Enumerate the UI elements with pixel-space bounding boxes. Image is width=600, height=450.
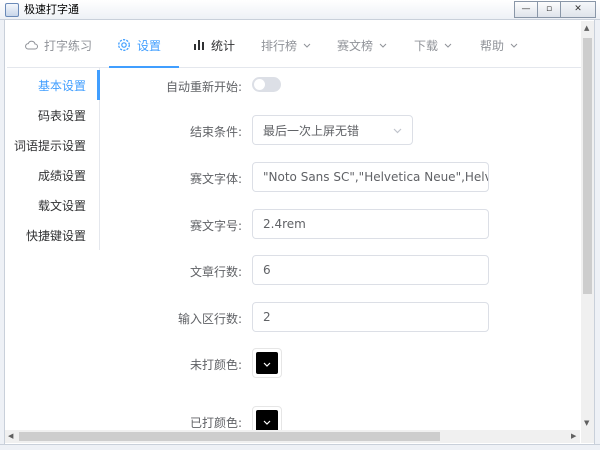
- close-button[interactable]: ✕: [560, 1, 596, 18]
- chevron-down-icon: [303, 43, 311, 48]
- window-controls: — ▫ ✕: [514, 1, 596, 18]
- maximize-button[interactable]: ▫: [537, 1, 561, 18]
- race-font-label: 赛文字体:: [189, 172, 242, 186]
- nav-item-label: 赛文榜: [337, 38, 374, 53]
- nav-item-label: 统计: [211, 38, 236, 53]
- nav-item-label: 下载: [414, 38, 439, 53]
- form-row-untyped-color: 未打颜色:: [100, 348, 580, 378]
- input-lines-input[interactable]: 2: [252, 302, 489, 332]
- nav-item-typing-practice[interactable]: 打字练习: [25, 22, 92, 68]
- vertical-scroll-thumb[interactable]: [583, 38, 592, 294]
- sidebar-item-score-settings[interactable]: 成绩设置: [7, 160, 100, 190]
- nav-item-help[interactable]: 帮助: [480, 22, 518, 68]
- cloud-icon: [25, 40, 38, 50]
- minimize-button[interactable]: —: [514, 1, 538, 18]
- nav-item-label: 排行榜: [261, 38, 298, 53]
- auto-restart-switch[interactable]: [252, 77, 281, 92]
- window-frame-left: [0, 20, 5, 450]
- chevron-down-icon: [510, 43, 518, 48]
- auto-restart-label: 自动重新开始:: [165, 80, 242, 94]
- sidebar-item-code-table-settings[interactable]: 码表设置: [7, 100, 100, 130]
- gear-icon: [117, 38, 131, 52]
- scroll-left-arrow-icon[interactable]: ◀: [8, 433, 13, 440]
- sidebar-item-article-load-settings[interactable]: 载文设置: [7, 190, 100, 220]
- typed-color-label: 已打颜色:: [189, 416, 242, 430]
- window-title: 极速打字通: [24, 3, 79, 16]
- form-row-input-lines: 输入区行数: 2: [100, 302, 580, 332]
- end-condition-value: 最后一次上屏无错: [263, 123, 360, 138]
- sidebar-item-word-hint-settings[interactable]: 词语提示设置: [7, 130, 100, 160]
- app-icon: [5, 3, 19, 17]
- sidebar-item-shortcut-settings[interactable]: 快捷键设置: [7, 220, 100, 250]
- form-row-typed-color: 已打颜色:: [100, 406, 580, 430]
- untyped-color-picker[interactable]: [252, 348, 282, 378]
- window-frame-bottom: [0, 444, 600, 450]
- typed-color-picker[interactable]: [252, 406, 282, 430]
- nav-item-leaderboard[interactable]: 排行榜: [261, 22, 311, 68]
- race-font-input[interactable]: "Noto Sans SC","Helvetica Neue",Helvetic…: [252, 162, 489, 192]
- nav-item-label: 打字练习: [44, 38, 93, 53]
- nav-item-settings[interactable]: 设置: [117, 22, 161, 68]
- sidebar-item-basic-settings[interactable]: 基本设置: [7, 70, 100, 100]
- color-swatch: [256, 410, 278, 430]
- chevron-down-icon: [379, 43, 387, 48]
- article-lines-label: 文章行数:: [189, 265, 242, 279]
- chevron-down-icon: [263, 414, 271, 428]
- horizontal-scroll-thumb[interactable]: [19, 432, 440, 441]
- nav-item-statistics[interactable]: 统计: [193, 22, 235, 68]
- nav-item-label: 帮助: [480, 38, 505, 53]
- article-lines-input[interactable]: 6: [252, 255, 489, 285]
- chevron-down-icon: [393, 123, 402, 137]
- title-bar: 极速打字通 — ▫ ✕: [0, 0, 600, 20]
- form-row-race-font: 赛文字体: "Noto Sans SC","Helvetica Neue",He…: [100, 162, 580, 192]
- nav-item-race-leaderboard[interactable]: 赛文榜: [337, 22, 387, 68]
- untyped-color-label: 未打颜色:: [189, 358, 242, 372]
- form-row-race-font-size: 赛文字号: 2.4rem: [100, 209, 580, 239]
- end-condition-label: 结束条件:: [189, 125, 242, 139]
- race-font-size-input[interactable]: 2.4rem: [252, 209, 489, 239]
- input-lines-label: 输入区行数:: [177, 312, 242, 326]
- settings-sidebar: 基本设置 码表设置 词语提示设置 成绩设置 载文设置 快捷键设置: [7, 68, 100, 250]
- color-swatch: [256, 352, 278, 374]
- end-condition-select[interactable]: 最后一次上屏无错: [252, 115, 413, 145]
- nav-item-label: 设置: [137, 38, 162, 53]
- chevron-down-icon: [263, 356, 271, 370]
- form-row-auto-restart: 自动重新开始:: [100, 77, 580, 94]
- form-row-article-lines: 文章行数: 6: [100, 255, 580, 285]
- window-frame-right: [594, 20, 600, 450]
- race-font-size-label: 赛文字号:: [189, 219, 242, 233]
- nav-active-indicator: [109, 66, 179, 68]
- top-nav: 打字练习 设置 统计 排行榜 赛文榜 下载 帮助: [7, 22, 581, 68]
- chevron-down-icon: [444, 43, 452, 48]
- form-row-end-condition: 结束条件: 最后一次上屏无错: [100, 115, 580, 145]
- scroll-down-arrow-icon[interactable]: ▼: [584, 420, 589, 427]
- scroll-right-arrow-icon[interactable]: ▶: [571, 433, 576, 440]
- nav-item-download[interactable]: 下载: [414, 22, 452, 68]
- bar-chart-icon: [193, 39, 205, 51]
- scrollbar-corner: [581, 430, 594, 443]
- scroll-up-arrow-icon[interactable]: ▲: [584, 25, 589, 32]
